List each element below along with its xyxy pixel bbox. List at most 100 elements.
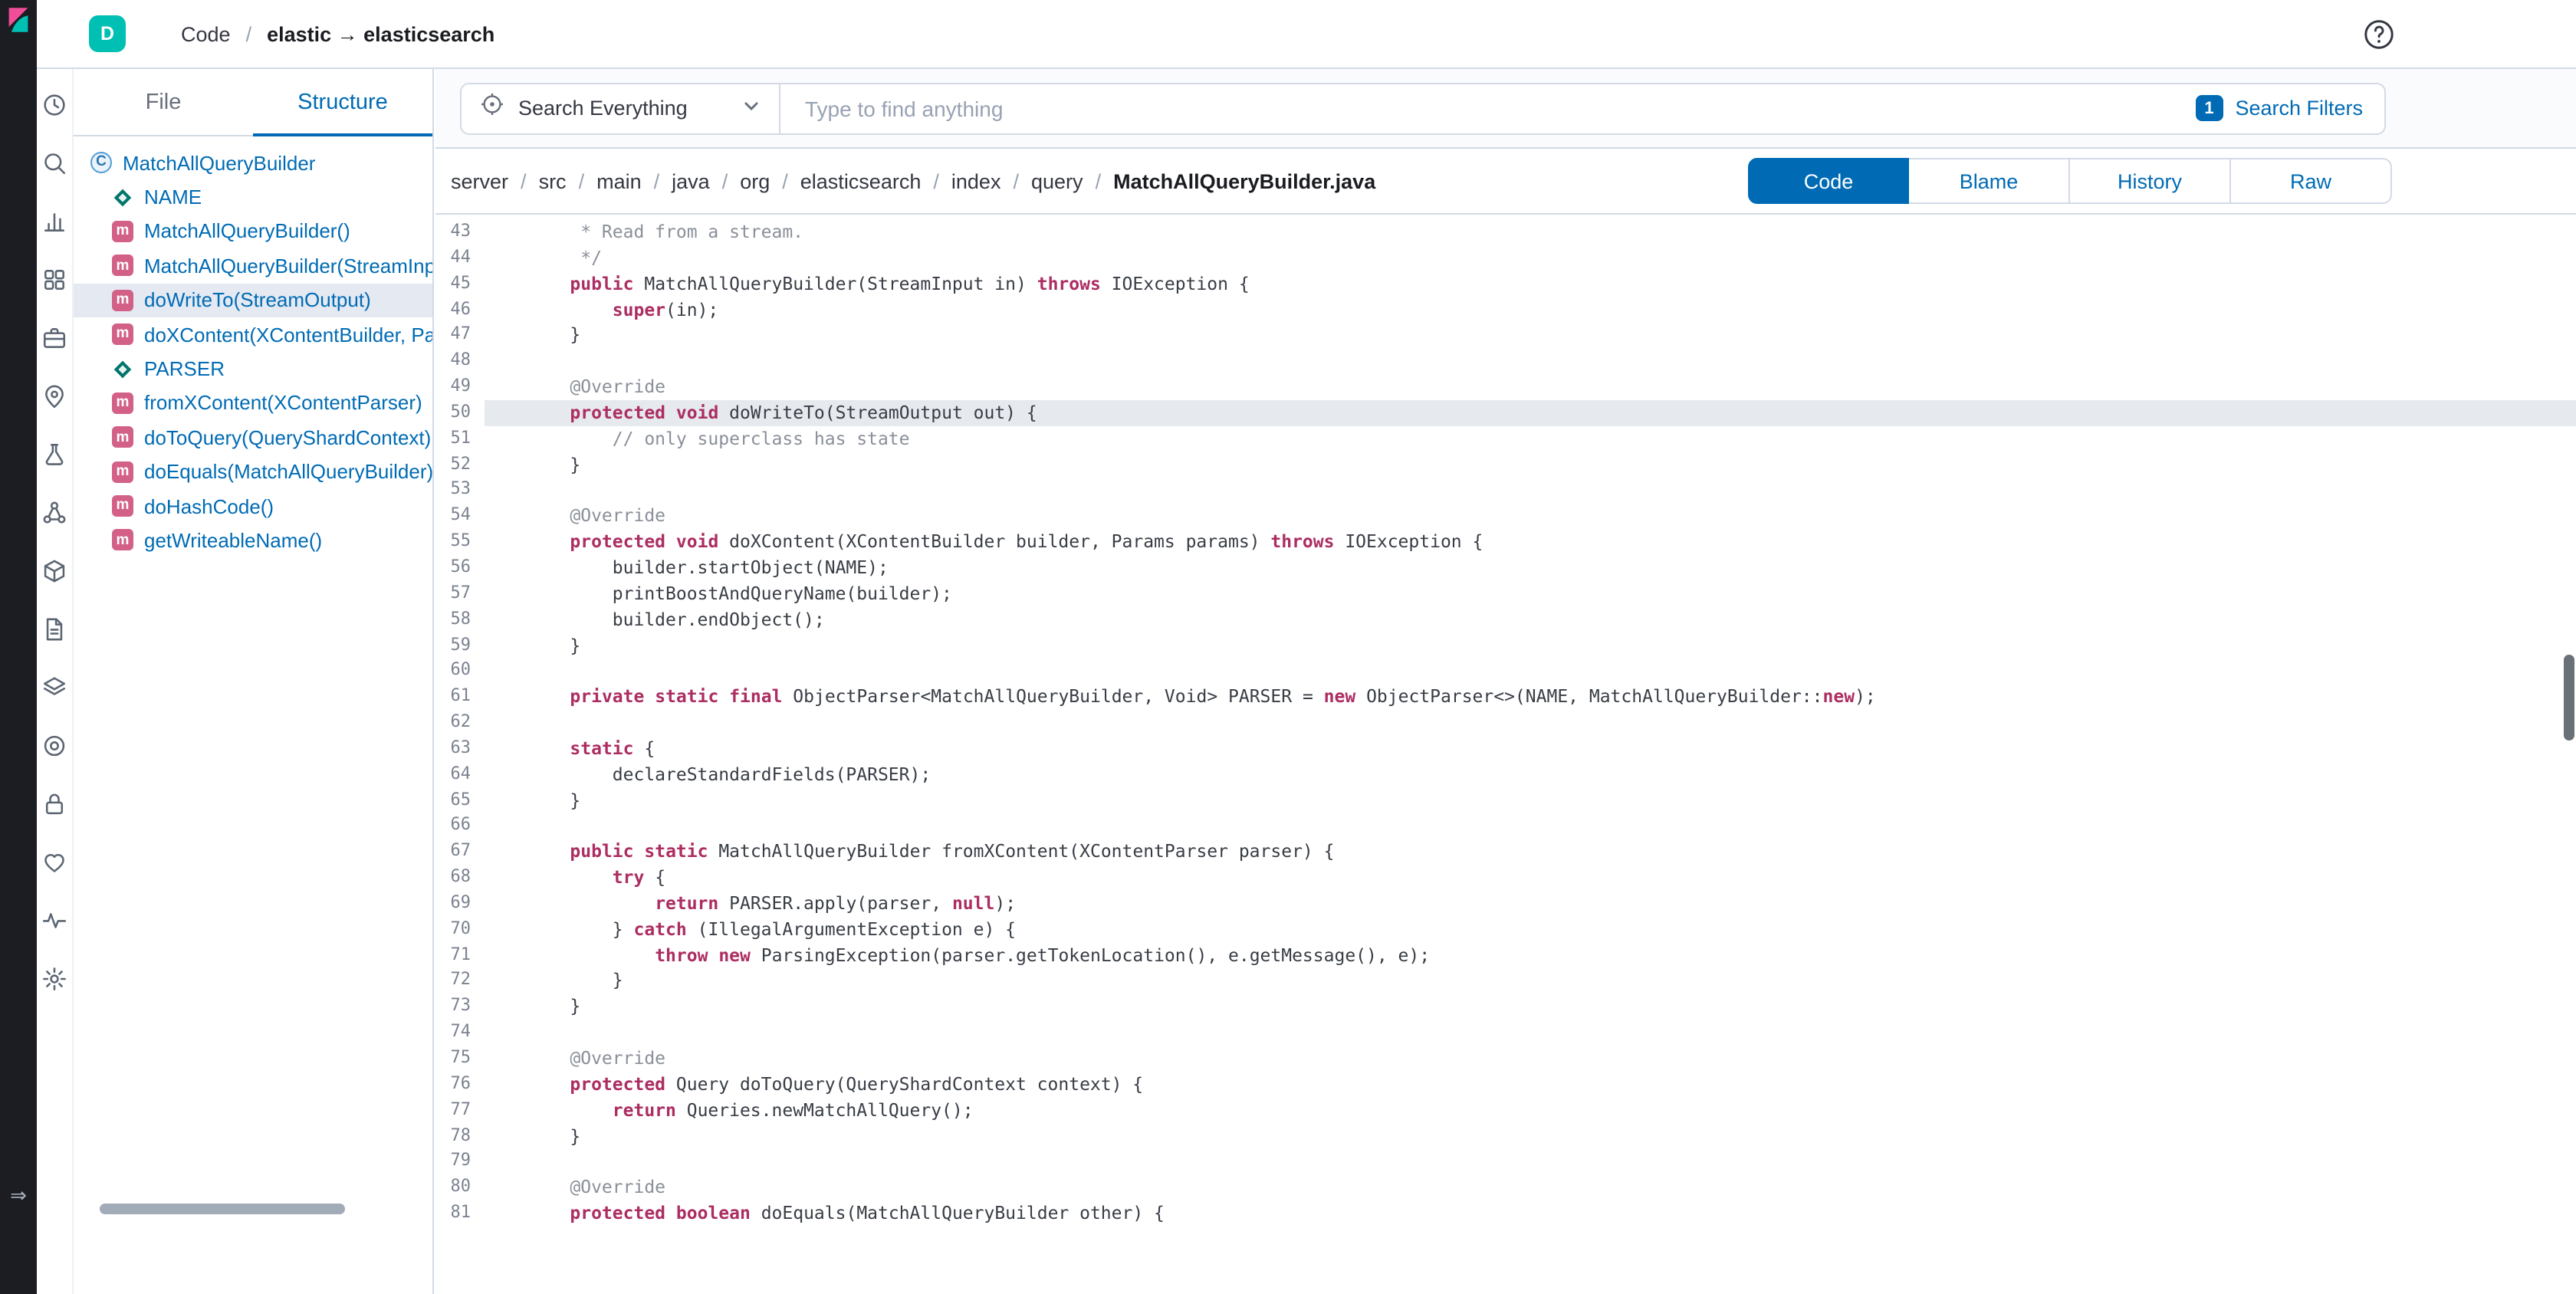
- structure-item-name[interactable]: NAME: [74, 180, 432, 215]
- code-line-text: [485, 710, 2576, 736]
- line-number[interactable]: 50: [435, 400, 485, 426]
- line-number[interactable]: 46: [435, 297, 485, 323]
- breadcrumb-project[interactable]: elastic → elasticsearch: [267, 22, 495, 45]
- line-number[interactable]: 52: [435, 452, 485, 478]
- line-number[interactable]: 72: [435, 968, 485, 994]
- line-number[interactable]: 70: [435, 917, 485, 943]
- line-number[interactable]: 63: [435, 736, 485, 762]
- code-line-text: private static final ObjectParser<MatchA…: [485, 684, 2576, 710]
- search-icon[interactable]: [41, 150, 67, 176]
- line-number[interactable]: 79: [435, 1149, 485, 1175]
- line-number[interactable]: 54: [435, 504, 485, 530]
- cube-icon[interactable]: [41, 558, 67, 584]
- history-view-button[interactable]: History: [2070, 158, 2231, 204]
- line-number[interactable]: 53: [435, 478, 485, 504]
- line-number[interactable]: 80: [435, 1174, 485, 1200]
- heart-icon[interactable]: [41, 849, 67, 875]
- structure-item-dowriteto-streamoutput[interactable]: mdoWriteTo(StreamOutput): [74, 283, 432, 317]
- line-number[interactable]: 57: [435, 581, 485, 607]
- line-number[interactable]: 76: [435, 1072, 485, 1098]
- breadcrumb-separator: /: [246, 22, 252, 45]
- line-number[interactable]: 74: [435, 1020, 485, 1046]
- path-segment[interactable]: org: [740, 170, 770, 193]
- search-filters-button[interactable]: 1 Search Filters: [2195, 95, 2384, 121]
- code-line-text: [485, 1020, 2576, 1046]
- line-number[interactable]: 60: [435, 658, 485, 685]
- code-line: 55 protected void doXContent(XContentBui…: [435, 529, 2576, 555]
- path-segment[interactable]: main: [596, 170, 642, 193]
- path-separator: /: [654, 170, 660, 193]
- line-number[interactable]: 55: [435, 529, 485, 555]
- line-number[interactable]: 47: [435, 323, 485, 349]
- structure-item-fromxcontent-xcontentparser[interactable]: mfromXContent(XContentParser): [74, 386, 432, 420]
- line-number[interactable]: 62: [435, 710, 485, 736]
- structure-item-doxcontent-xcontentbuilder-params[interactable]: mdoXContent(XContentBuilder, Params): [74, 317, 432, 352]
- structure-item-dotoquery-queryshardcontext[interactable]: mdoToQuery(QueryShardContext): [74, 420, 432, 455]
- line-number[interactable]: 49: [435, 374, 485, 400]
- structure-item-parser[interactable]: PARSER: [74, 352, 432, 386]
- line-number[interactable]: 65: [435, 787, 485, 813]
- line-number[interactable]: 61: [435, 684, 485, 710]
- structure-item-doequals-matchallquerybuilder[interactable]: mdoEquals(MatchAllQueryBuilder): [74, 455, 432, 489]
- bar-chart-icon[interactable]: [41, 209, 67, 235]
- structure-item-matchallquerybuilder[interactable]: mMatchAllQueryBuilder(): [74, 215, 432, 249]
- structure-item-dohashcode[interactable]: mdoHashCode(): [74, 489, 432, 524]
- structure-item-getwriteablename[interactable]: mgetWriteableName(): [74, 524, 432, 558]
- line-number[interactable]: 67: [435, 839, 485, 865]
- line-number[interactable]: 66: [435, 813, 485, 839]
- code-view-button[interactable]: Code: [1748, 158, 1909, 204]
- horizontal-scrollbar[interactable]: [100, 1204, 345, 1214]
- pulse-icon[interactable]: [41, 908, 67, 934]
- line-number[interactable]: 73: [435, 994, 485, 1020]
- expand-nav-icon[interactable]: ⇒: [0, 1184, 37, 1208]
- line-number[interactable]: 78: [435, 1123, 485, 1149]
- path-segment[interactable]: src: [539, 170, 567, 193]
- raw-view-button[interactable]: Raw: [2231, 158, 2392, 204]
- path-segment[interactable]: server: [451, 170, 508, 193]
- grid-icon[interactable]: [41, 267, 67, 293]
- graph-nodes-icon[interactable]: [41, 500, 67, 526]
- map-pin-icon[interactable]: [41, 383, 67, 409]
- line-number[interactable]: 75: [435, 1046, 485, 1072]
- search-input[interactable]: [780, 84, 2195, 133]
- vertical-scrollbar[interactable]: [2564, 655, 2574, 741]
- kibana-logo-icon[interactable]: [5, 6, 32, 34]
- search-scope-dropdown[interactable]: Search Everything: [462, 84, 780, 133]
- path-segment[interactable]: index: [951, 170, 1001, 193]
- line-number[interactable]: 77: [435, 1097, 485, 1123]
- lock-icon[interactable]: [41, 791, 67, 817]
- tab-structure[interactable]: Structure: [253, 69, 432, 135]
- line-number[interactable]: 71: [435, 942, 485, 968]
- donut-icon[interactable]: [41, 733, 67, 759]
- structure-item-matchallquerybuilder-streaminput[interactable]: mMatchAllQueryBuilder(StreamInput): [74, 248, 432, 283]
- document-icon[interactable]: [41, 616, 67, 642]
- line-number[interactable]: 51: [435, 426, 485, 452]
- layers-icon[interactable]: [41, 675, 67, 701]
- space-avatar[interactable]: D: [89, 15, 126, 52]
- line-number[interactable]: 58: [435, 606, 485, 632]
- code-line: 65 }: [435, 787, 2576, 813]
- briefcase-icon[interactable]: [41, 325, 67, 351]
- line-number[interactable]: 44: [435, 245, 485, 271]
- line-number[interactable]: 81: [435, 1200, 485, 1227]
- line-number[interactable]: 48: [435, 348, 485, 374]
- path-segment[interactable]: query: [1031, 170, 1083, 193]
- line-number[interactable]: 68: [435, 865, 485, 891]
- line-number[interactable]: 59: [435, 632, 485, 658]
- gear-icon[interactable]: [41, 966, 67, 992]
- line-number[interactable]: 56: [435, 555, 485, 581]
- chevron-down-icon: [742, 94, 761, 122]
- line-number[interactable]: 45: [435, 271, 485, 297]
- help-icon[interactable]: [2363, 18, 2395, 51]
- breadcrumb-app[interactable]: Code: [181, 22, 231, 45]
- line-number[interactable]: 69: [435, 891, 485, 917]
- clock-icon[interactable]: [41, 92, 67, 118]
- path-segment[interactable]: elasticsearch: [800, 170, 922, 193]
- line-number[interactable]: 43: [435, 219, 485, 245]
- blame-view-button[interactable]: Blame: [1909, 158, 2070, 204]
- line-number[interactable]: 64: [435, 761, 485, 787]
- tab-file[interactable]: File: [74, 69, 253, 135]
- path-segment[interactable]: java: [672, 170, 710, 193]
- structure-item-matchallquerybuilder[interactable]: CMatchAllQueryBuilder: [74, 146, 432, 180]
- beaker-icon[interactable]: [41, 442, 67, 468]
